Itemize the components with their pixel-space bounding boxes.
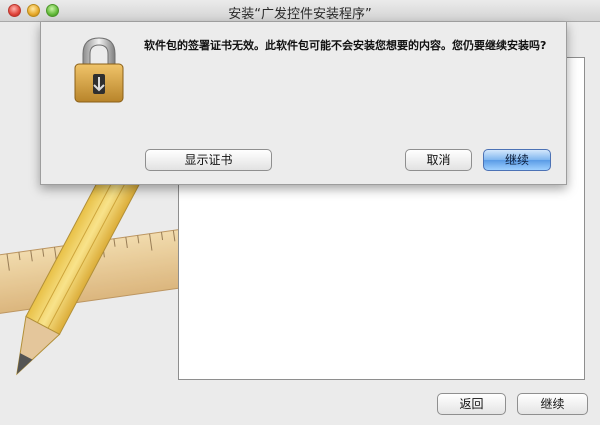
cancel-button[interactable]: 取消 [405, 149, 472, 171]
installer-window: 安装“广发控件安装程序” 返回 继续 软件包的签署证书无效。此软件包可能不会安装… [0, 0, 600, 425]
certificate-alert-sheet: 软件包的签署证书无效。此软件包可能不会安装您想要的内容。您仍要继续安装吗? 显示… [40, 22, 567, 185]
back-button[interactable]: 返回 [437, 393, 506, 415]
continue-button[interactable]: 继续 [517, 393, 588, 415]
lock-icon [74, 37, 124, 103]
alert-message: 软件包的签署证书无效。此软件包可能不会安装您想要的内容。您仍要继续安装吗? [144, 39, 547, 52]
show-certificate-button[interactable]: 显示证书 [145, 149, 272, 171]
continue-install-button[interactable]: 继续 [483, 149, 551, 171]
title-bar: 安装“广发控件安装程序” [0, 0, 600, 22]
window-title: 安装“广发控件安装程序” [228, 7, 372, 22]
